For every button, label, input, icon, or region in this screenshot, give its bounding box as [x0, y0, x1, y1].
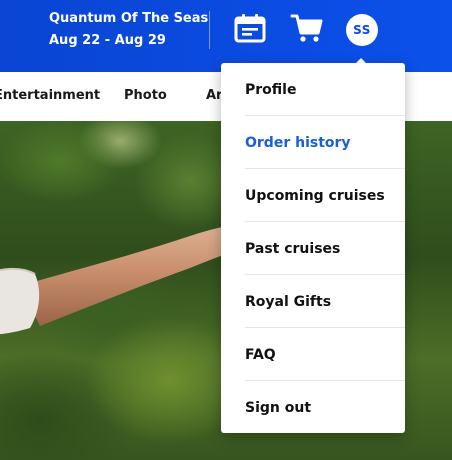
menu-item-royal-gifts[interactable]: Royal Gifts	[245, 275, 405, 328]
header-divider	[209, 11, 210, 49]
menu-item-faq[interactable]: FAQ	[245, 328, 405, 381]
menu-item-sign-out[interactable]: Sign out	[245, 381, 405, 434]
menu-item-past-cruises[interactable]: Past cruises	[245, 222, 405, 275]
subnav-photo[interactable]: Photo	[124, 88, 167, 103]
menu-item-profile[interactable]: Profile	[245, 63, 405, 116]
subnav-entertainment[interactable]: Entertainment	[0, 88, 100, 103]
calendar-icon-graphic	[234, 14, 266, 43]
cruise-dates[interactable]: Aug 22 - Aug 29	[49, 32, 166, 50]
cart-icon[interactable]	[289, 12, 325, 44]
calendar-icon[interactable]	[233, 12, 267, 44]
top-header: Quantum Of The Seas Aug 22 - Aug 29 SS	[0, 0, 452, 72]
menu-item-upcoming-cruises[interactable]: Upcoming cruises	[245, 169, 405, 222]
user-avatar[interactable]: SS	[346, 14, 378, 46]
ship-name[interactable]: Quantum Of The Seas	[49, 10, 208, 28]
profile-dropdown-menu: Profile Order history Upcoming cruises P…	[221, 63, 405, 433]
menu-item-order-history[interactable]: Order history	[245, 116, 405, 169]
subnav-item-partial[interactable]: Ar	[206, 88, 222, 103]
cart-icon-graphic	[290, 14, 323, 42]
